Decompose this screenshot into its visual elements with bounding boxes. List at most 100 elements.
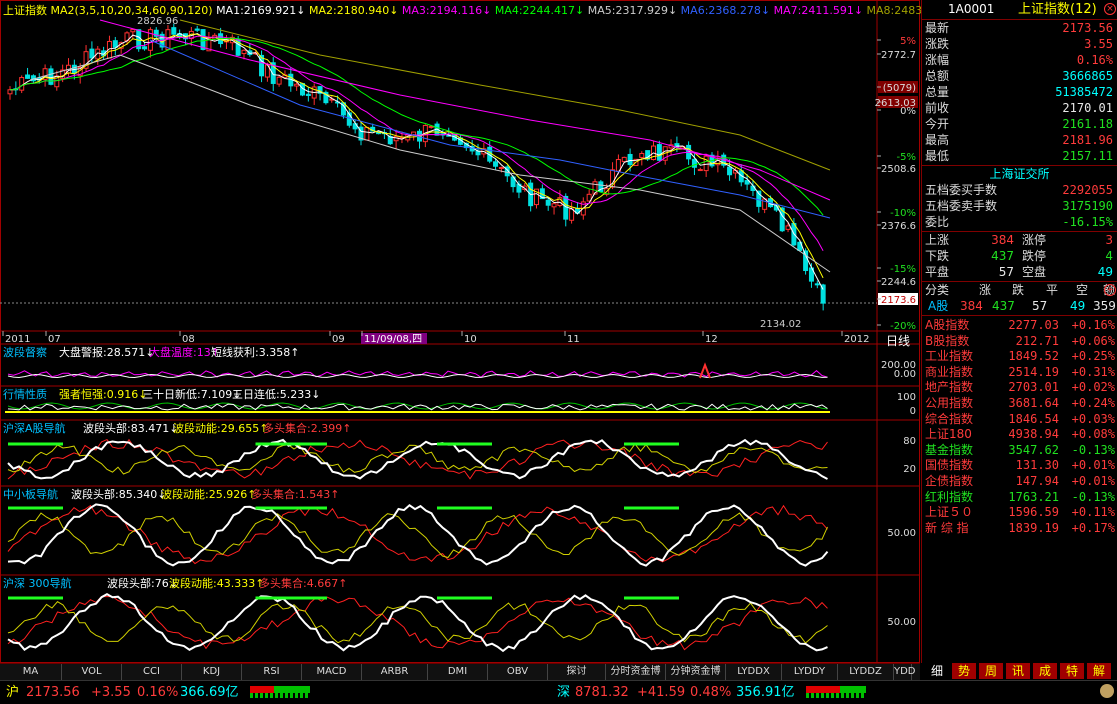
category-header: 分类涨跌平空额 +: [922, 282, 1117, 298]
index-value: 1596.59: [1008, 505, 1059, 520]
indicator-tab-9[interactable]: 探讨: [548, 664, 606, 680]
index-row[interactable]: 基金指数 3547.62 -0.13%: [922, 442, 1117, 458]
candle: [563, 195, 569, 220]
candle: [785, 225, 791, 230]
index-name: 地产指数: [925, 380, 974, 395]
panel-indicator-value: 大盘警报:28.571↓: [59, 345, 154, 359]
indicator-tab-14[interactable]: LYDDZ: [838, 664, 894, 680]
order-row: 五档委买手数 2292055: [922, 182, 1117, 198]
indicator-tab-7[interactable]: DMI: [428, 664, 488, 680]
index-row[interactable]: 综合指数 1846.54 +0.03%: [922, 411, 1117, 427]
candle: [200, 29, 206, 50]
index-row[interactable]: 上证５０ 1596.59 +0.11%: [922, 504, 1117, 520]
index-row[interactable]: 新 综 指 1839.19 +0.17%: [922, 520, 1117, 536]
breadth-label: 下跌: [925, 249, 950, 263]
price-axis-label: 2508.6: [881, 164, 916, 175]
index-row[interactable]: 商业指数 2514.19 +0.31%: [922, 364, 1117, 380]
ma-legend-item: MA6:2368.278↓: [677, 4, 771, 17]
index-row[interactable]: B股指数 212.71 +0.06%: [922, 333, 1117, 349]
price-axis-label: 2244.6: [881, 277, 916, 288]
quote-label: 今开: [925, 117, 950, 131]
indicator-tab-12[interactable]: LYDDX: [726, 664, 782, 680]
index-row[interactable]: 地产指数 2703.01 +0.02%: [922, 379, 1117, 395]
index-row[interactable]: 公用指数 3681.64 +0.24%: [922, 395, 1117, 411]
candle: [19, 77, 25, 91]
sh-breadth-bar: [250, 686, 310, 698]
panel-indicator-value: 强者恒强:0.916↓: [59, 388, 147, 401]
status-bar: 沪 2173.56 +3.55 0.16% 366.69亿 深 8781.32 …: [0, 680, 1117, 704]
index-value: 131.30: [1015, 458, 1059, 473]
category-down: 437: [992, 299, 1015, 313]
stock-name: 上证指数(12): [1018, 2, 1097, 17]
category-row[interactable]: A股 384 437 57 49 359: [922, 298, 1117, 314]
indicator-tab-0[interactable]: MA: [0, 664, 62, 680]
index-value: 2514.19: [1008, 364, 1059, 379]
index-change: +0.06%: [1071, 333, 1115, 348]
index-row[interactable]: 上证180 4938.94 +0.08%: [922, 426, 1117, 442]
indicator-tab-2[interactable]: CCI: [122, 664, 182, 680]
info-tab-3[interactable]: 讯: [1006, 663, 1031, 679]
panel-title: 行情性质: [3, 387, 47, 401]
indicator-tab-6[interactable]: ARBR: [362, 664, 428, 680]
index-row[interactable]: 企债指数 147.94 +0.01%: [922, 473, 1117, 489]
expand-icon[interactable]: +: [1104, 284, 1116, 296]
time-axis-label: 11: [567, 334, 580, 345]
index-row[interactable]: A股指数 2277.03 +0.16%: [922, 317, 1117, 333]
candle: [89, 48, 95, 59]
candle: [656, 144, 662, 161]
indicator-tab-3[interactable]: KDJ: [182, 664, 242, 680]
info-tab-6[interactable]: 解: [1087, 663, 1112, 679]
index-row[interactable]: 国债指数 131.30 +0.01%: [922, 457, 1117, 473]
candle: [691, 158, 697, 168]
breadth-label: 空盘: [1022, 265, 1047, 279]
indicator-tab-8[interactable]: OBV: [488, 664, 548, 680]
indicator-tab-15[interactable]: YDD: [894, 664, 916, 680]
info-tab-1[interactable]: 势: [952, 663, 977, 679]
candle: [493, 161, 499, 167]
candle: [112, 40, 118, 48]
quote-row: 最新 2173.56: [922, 20, 1117, 36]
candle: [305, 93, 311, 97]
indicator-tab-4[interactable]: RSI: [242, 664, 302, 680]
close-icon[interactable]: ×: [1104, 3, 1116, 15]
three-day-low-line: [7, 403, 828, 411]
info-tab-2[interactable]: 周: [979, 663, 1004, 679]
candle: [545, 199, 551, 206]
indicator-tab-5[interactable]: MACD: [302, 664, 362, 680]
quote-label: 前收: [925, 101, 950, 115]
index-change: -0.13%: [1071, 489, 1115, 504]
order-row: 五档委卖手数 3175190: [922, 198, 1117, 214]
quote-label: 涨跌: [925, 37, 950, 51]
sh-price: 2173.56: [26, 685, 80, 700]
candle: [142, 46, 148, 50]
breadth-value: 384: [991, 233, 1014, 247]
indicator-tab-10[interactable]: 分时资金博: [606, 664, 666, 680]
sz-label: 深: [557, 685, 571, 700]
panel-indicator-value: 波段动能:43.333↑: [169, 576, 264, 590]
panel-title: 波段督察: [3, 345, 47, 359]
sz-percent: 0.48%: [690, 685, 732, 700]
index-value: 147.94: [1015, 474, 1059, 488]
index-row[interactable]: 红利指数 1763.21 -0.13%: [922, 489, 1117, 505]
indicator-tab-11[interactable]: 分钟资金博: [666, 664, 726, 680]
index-name: 商业指数: [925, 364, 974, 379]
sh-change: +3.55: [91, 685, 131, 700]
assistant-icon[interactable]: [1100, 684, 1114, 698]
index-value: 2703.01: [1008, 380, 1059, 395]
hs300-top-line: [7, 593, 828, 653]
breadth-value: 4: [1105, 249, 1113, 263]
info-tab-5[interactable]: 特: [1060, 663, 1085, 679]
period-label[interactable]: 日线: [886, 332, 910, 349]
quote-label: 总量: [925, 85, 950, 99]
quote-value: 3666865: [1062, 69, 1113, 83]
chart-area[interactable]: 5%2772.7(5079)2613.030%-5%2508.6-10%2376…: [0, 0, 921, 663]
quote-value: 0.16%: [1076, 53, 1113, 67]
breadth-label: 上涨: [925, 233, 950, 247]
info-tab-0[interactable]: 细: [925, 663, 950, 679]
candle: [364, 126, 370, 141]
indicator-tab-13[interactable]: LYDDY: [782, 664, 838, 680]
indicator-tab-1[interactable]: VOL: [62, 664, 122, 680]
indicator-tabs: MA VOL CCI KDJ RSI MACD ARBR DMI OBV 探讨 分时资金博 分钟资金博…: [0, 663, 920, 680]
index-row[interactable]: 工业指数 1849.52 +0.25%: [922, 348, 1117, 364]
info-tab-4[interactable]: 成: [1033, 663, 1058, 679]
